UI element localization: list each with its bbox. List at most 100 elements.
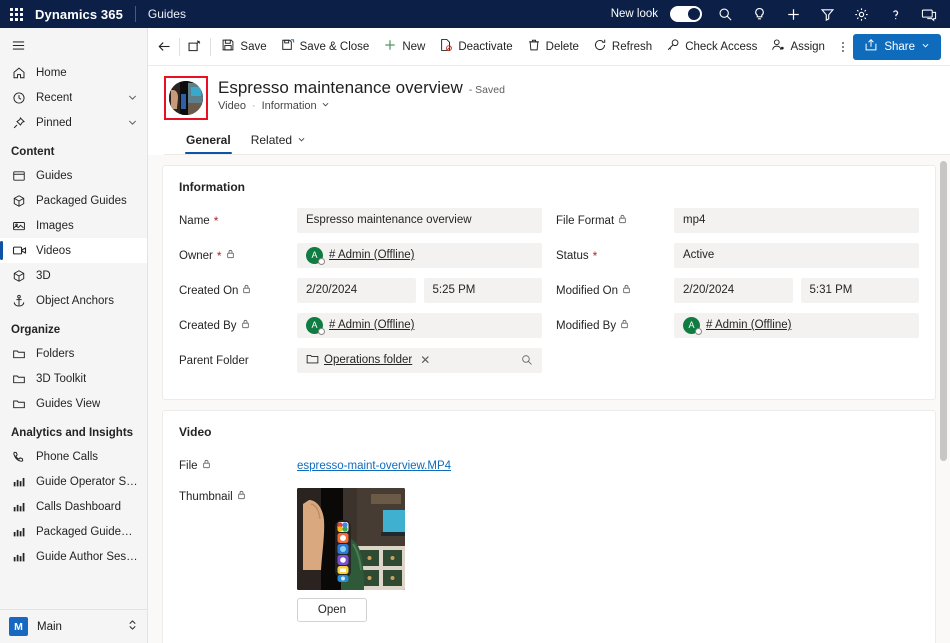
new-record-icon[interactable] xyxy=(184,34,205,60)
save-button[interactable]: Save xyxy=(214,33,273,61)
form-column-left: Name * Espresso maintenance overview Own… xyxy=(179,208,542,383)
more-vertical-icon[interactable] xyxy=(832,34,853,60)
parent-folder-lookup[interactable]: Operations folder ✕ xyxy=(297,348,542,373)
person-link[interactable]: # Admin (Offline) xyxy=(706,319,791,331)
form-tabs: General Related xyxy=(164,120,950,155)
lookup-value-link[interactable]: Operations folder xyxy=(324,354,412,366)
chevron-down-icon[interactable] xyxy=(321,100,330,112)
field-label: Thumbnail xyxy=(179,488,291,503)
created-by-lookup[interactable]: A # Admin (Offline) xyxy=(297,313,542,338)
field-label-text: Created On xyxy=(179,285,238,297)
created-on-time-input[interactable]: 5:25 PM xyxy=(424,278,543,303)
sidebar-item-object-anchors[interactable]: Object Anchors xyxy=(0,288,147,313)
field-label-text: Owner xyxy=(179,250,213,262)
person-link[interactable]: # Admin (Offline) xyxy=(329,319,414,331)
gear-icon[interactable] xyxy=(850,3,872,25)
updown-chevron-icon[interactable] xyxy=(127,619,138,634)
chevron-down-icon[interactable] xyxy=(921,41,930,53)
modified-by-lookup[interactable]: A # Admin (Offline) xyxy=(674,313,919,338)
person-chip[interactable]: A # Admin (Offline) xyxy=(306,247,414,264)
new-button[interactable]: New xyxy=(376,33,432,61)
sidebar-item-home[interactable]: Home xyxy=(0,60,147,85)
chevron-down-icon[interactable] xyxy=(297,133,306,147)
file-download-link[interactable]: espresso-maint-overview.MP4 xyxy=(297,460,451,472)
plus-icon[interactable] xyxy=(782,3,804,25)
person-chip[interactable]: A # Admin (Offline) xyxy=(683,317,791,334)
sidebar-item-3d[interactable]: 3D xyxy=(0,263,147,288)
open-thumbnail-button[interactable]: Open xyxy=(297,598,367,622)
sidebar-item-images[interactable]: Images xyxy=(0,213,147,238)
refresh-button[interactable]: Refresh xyxy=(586,33,659,61)
form-selector[interactable]: Information xyxy=(262,100,330,112)
tab-related[interactable]: Related xyxy=(243,129,314,154)
sidebar-item-guide-operator-sessions[interactable]: Guide Operator Sessi... xyxy=(0,469,147,494)
record-avatar[interactable] xyxy=(169,81,203,115)
delete-button[interactable]: Delete xyxy=(520,33,586,61)
sidebar-item-label: Recent xyxy=(36,92,72,104)
area-switcher[interactable]: M Main xyxy=(0,609,147,643)
chevron-down-icon[interactable] xyxy=(127,92,138,103)
check-access-button[interactable]: Check Access xyxy=(659,33,764,61)
scrollbar-thumb[interactable] xyxy=(940,161,947,461)
brand-title: Dynamics 365 xyxy=(35,7,123,22)
cube-icon xyxy=(11,269,27,283)
field-value: 5:31 PM xyxy=(810,284,853,296)
search-icon[interactable] xyxy=(714,3,736,25)
information-section: Information Name * Espresso maintenance … xyxy=(162,165,936,400)
field-label-text: Thumbnail xyxy=(179,491,233,503)
record-subtitle: Video · Information xyxy=(218,100,505,112)
name-input[interactable]: Espresso maintenance overview xyxy=(297,208,542,233)
sidebar-item-phone-calls[interactable]: Phone Calls xyxy=(0,444,147,469)
assign-button[interactable]: Assign xyxy=(764,33,832,61)
page-title: Espresso maintenance overview xyxy=(218,78,463,98)
video-thumbnail-preview[interactable] xyxy=(297,488,405,590)
share-button[interactable]: Share xyxy=(853,34,941,60)
created-on-date-input[interactable]: 2/20/2024 xyxy=(297,278,416,303)
back-arrow-icon[interactable] xyxy=(154,34,175,60)
filter-icon[interactable] xyxy=(816,3,838,25)
save-and-close-button[interactable]: Save & Close xyxy=(274,33,377,61)
deactivate-button[interactable]: Deactivate xyxy=(432,33,519,61)
clear-x-icon[interactable]: ✕ xyxy=(420,353,430,367)
sidebar-item-calls-dashboard[interactable]: Calls Dashboard xyxy=(0,494,147,519)
sidebar-item-recent[interactable]: Recent xyxy=(0,85,147,110)
entity-name-label: Video xyxy=(218,100,246,112)
file-format-input[interactable]: mp4 xyxy=(674,208,919,233)
person-chip[interactable]: A # Admin (Offline) xyxy=(306,317,414,334)
search-icon[interactable] xyxy=(521,354,533,366)
sidebar-item-guide-author-sessions[interactable]: Guide Author Sessions xyxy=(0,544,147,569)
status-input[interactable]: Active xyxy=(674,243,919,268)
lookup-chip[interactable]: Operations folder ✕ xyxy=(306,353,430,368)
person-link[interactable]: # Admin (Offline) xyxy=(329,249,414,261)
owner-lookup[interactable]: A # Admin (Offline) xyxy=(297,243,542,268)
subtitle-separator: · xyxy=(252,100,256,112)
sidebar-item-packaged-guides[interactable]: Packaged Guides xyxy=(0,188,147,213)
field-row-status: Status * Active xyxy=(556,243,919,268)
sidebar-item-3d-toolkit[interactable]: 3D Toolkit xyxy=(0,366,147,391)
app-name[interactable]: Guides xyxy=(148,7,186,21)
new-look-toggle[interactable] xyxy=(670,6,702,22)
menu-icon[interactable] xyxy=(0,30,147,60)
lightbulb-icon[interactable] xyxy=(748,3,770,25)
required-indicator: * xyxy=(217,250,222,262)
modified-on-time-input[interactable]: 5:31 PM xyxy=(801,278,920,303)
sidebar-item-pinned[interactable]: Pinned xyxy=(0,110,147,135)
sidebar-item-folders[interactable]: Folders xyxy=(0,341,147,366)
field-label: Modified On xyxy=(556,284,668,297)
sidebar-item-packaged-guides-operations[interactable]: Packaged Guides Op... xyxy=(0,519,147,544)
help-icon[interactable] xyxy=(884,3,906,25)
folder-icon xyxy=(11,397,27,411)
sidebar-item-videos[interactable]: Videos xyxy=(0,238,147,263)
share-icon xyxy=(864,38,878,55)
clock-icon xyxy=(11,91,27,105)
feedback-icon[interactable] xyxy=(918,3,940,25)
chevron-down-icon[interactable] xyxy=(127,117,138,128)
record-avatar-container[interactable] xyxy=(164,76,208,120)
app-launcher-icon[interactable] xyxy=(10,8,23,21)
field-label: Created By xyxy=(179,319,291,332)
sidebar-item-guides-view[interactable]: Guides View xyxy=(0,391,147,416)
sidebar-item-guides[interactable]: Guides xyxy=(0,163,147,188)
modified-on-date-input[interactable]: 2/20/2024 xyxy=(674,278,793,303)
tab-general[interactable]: General xyxy=(178,129,239,154)
scrollbar-track[interactable] xyxy=(937,155,950,643)
